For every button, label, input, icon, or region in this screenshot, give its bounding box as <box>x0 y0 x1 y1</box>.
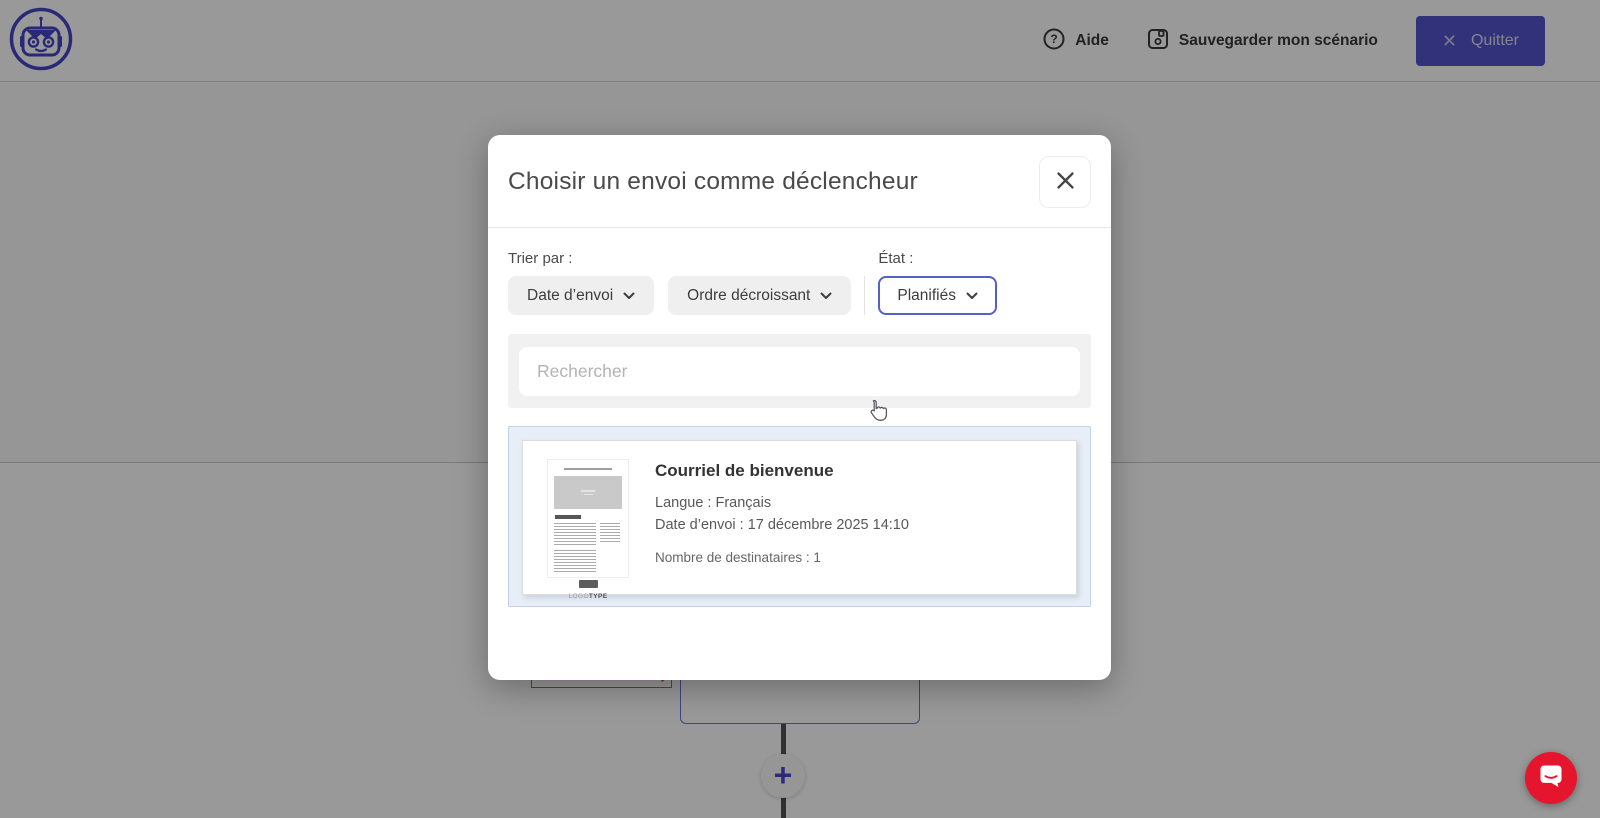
cursor-icon <box>866 398 888 427</box>
email-thumb-logotype: LOGOTYPE <box>554 593 622 600</box>
filter-divider <box>864 276 865 315</box>
chevron-down-icon <box>623 287 635 305</box>
email-thumbnail: LOGOTYPE <box>547 459 629 578</box>
email-language: Langue : Français <box>655 492 909 514</box>
chevron-down-icon <box>820 287 832 305</box>
email-thumb-button <box>579 580 598 588</box>
email-title: Courriel de bienvenue <box>655 461 909 481</box>
mailing-list-item[interactable]: LOGOTYPE Courriel de bienvenue Langue : … <box>522 440 1077 595</box>
email-send-date: Date d’envoi : 17 décembre 2025 14:10 <box>655 514 909 536</box>
mailing-list: LOGOTYPE Courriel de bienvenue Langue : … <box>508 426 1091 607</box>
search-input[interactable] <box>519 347 1080 396</box>
chat-bubble-icon <box>1537 762 1565 795</box>
state-filter-group: État : Planifiés <box>878 250 997 315</box>
sort-field-value: Date d’envoi <box>527 287 613 305</box>
close-icon <box>1056 171 1075 193</box>
state-value: Planifiés <box>897 287 956 305</box>
state-label: État : <box>878 250 997 267</box>
modal-close-button[interactable] <box>1039 156 1091 208</box>
state-dropdown[interactable]: Planifiés <box>878 276 997 315</box>
sort-filter-group: Trier par : Date d’envoi Ordre décroissa… <box>508 250 851 315</box>
email-thumb-image-placeholder <box>554 476 622 509</box>
sort-label: Trier par : <box>508 250 851 267</box>
search-section <box>508 334 1091 408</box>
sort-order-value: Ordre décroissant <box>687 287 810 305</box>
chat-launcher-button[interactable] <box>1525 752 1577 804</box>
choose-mailing-modal: Choisir un envoi comme déclencheur Trier… <box>488 135 1111 680</box>
sort-field-dropdown[interactable]: Date d’envoi <box>508 276 654 315</box>
email-recipient-count: Nombre de destinataires : 1 <box>655 550 909 565</box>
modal-header: Choisir un envoi comme déclencheur <box>488 135 1111 228</box>
modal-title: Choisir un envoi comme déclencheur <box>508 135 918 228</box>
chevron-down-icon <box>966 287 978 305</box>
sort-order-dropdown[interactable]: Ordre décroissant <box>668 276 851 315</box>
